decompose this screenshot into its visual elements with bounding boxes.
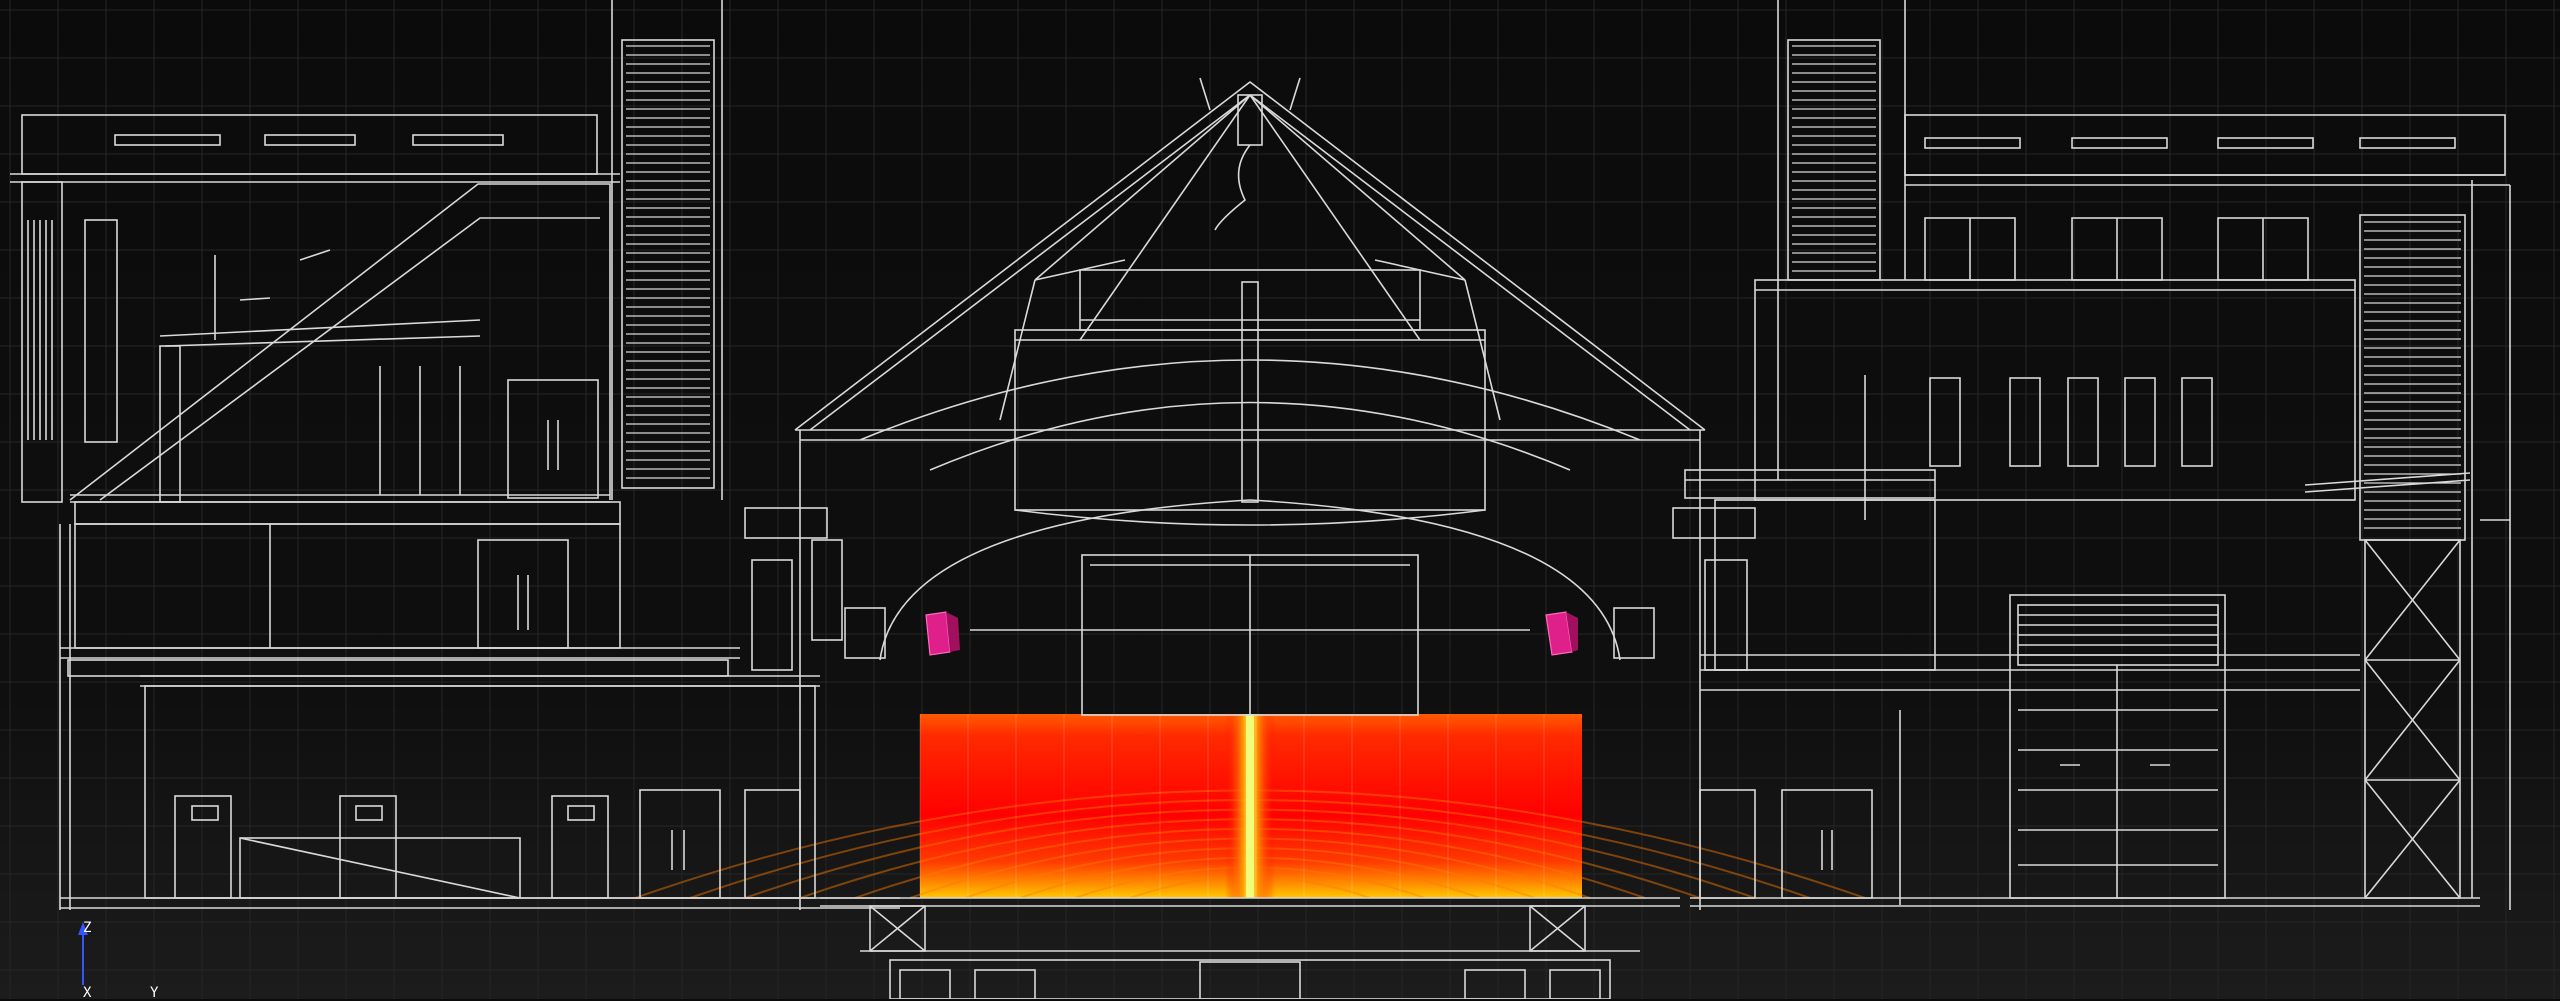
axis-z-label: Z bbox=[83, 920, 92, 936]
cad-viewport[interactable] bbox=[0, 0, 2560, 999]
axis-x-label: X bbox=[83, 985, 92, 1001]
speaker-left[interactable] bbox=[925, 611, 960, 656]
speaker-right[interactable] bbox=[1545, 611, 1578, 656]
axis-y-label: Y bbox=[150, 985, 159, 1001]
